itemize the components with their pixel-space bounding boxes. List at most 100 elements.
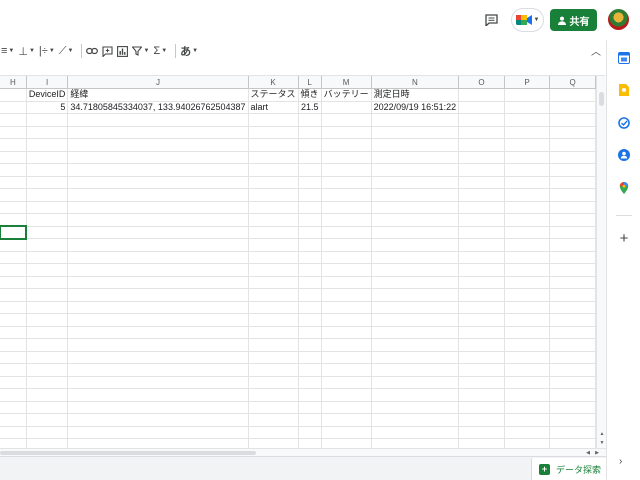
- meet-button[interactable]: ▼: [511, 8, 544, 32]
- grid-cell[interactable]: [504, 438, 551, 448]
- grid-cell[interactable]: [0, 213, 27, 227]
- grid-cell[interactable]: [26, 276, 69, 289]
- grid-cell[interactable]: [298, 438, 322, 448]
- grid-cell[interactable]: [298, 326, 322, 339]
- grid-cell[interactable]: [321, 263, 372, 277]
- grid-cell[interactable]: [321, 201, 372, 214]
- grid-cell[interactable]: [371, 213, 460, 227]
- grid-cell[interactable]: [371, 251, 460, 264]
- grid-cell[interactable]: [371, 176, 460, 189]
- scroll-up-arrow-icon[interactable]: ▲: [598, 430, 606, 438]
- grid-cell[interactable]: [0, 138, 27, 152]
- insert-comment-button[interactable]: [102, 42, 113, 60]
- grid-cell[interactable]: [0, 313, 27, 327]
- sheet-table[interactable]: HIJKLMNOPQ DeviceID 経緯 ステータス 傾き バッテリー 測定日時 5 34…: [0, 76, 596, 448]
- grid-cell[interactable]: [0, 151, 27, 164]
- grid-cell[interactable]: [549, 138, 596, 152]
- grid-cell[interactable]: [26, 438, 69, 448]
- grid-cell[interactable]: [248, 251, 299, 264]
- column-header-p[interactable]: P: [504, 76, 551, 89]
- grid-cell[interactable]: [504, 401, 551, 414]
- grid-cell[interactable]: [371, 338, 460, 352]
- grid-cell[interactable]: [248, 313, 299, 327]
- grid-cell[interactable]: [67, 201, 249, 214]
- grid-cell[interactable]: [67, 138, 249, 152]
- grid-cell[interactable]: [0, 101, 27, 114]
- grid-cell[interactable]: [504, 151, 551, 164]
- contacts-icon[interactable]: [618, 149, 630, 161]
- grid-cell[interactable]: [504, 413, 551, 427]
- grid-cell[interactable]: [26, 376, 69, 389]
- grid-cell[interactable]: DeviceID: [26, 88, 69, 102]
- grid-cell[interactable]: [0, 163, 27, 177]
- column-header-o[interactable]: O: [458, 76, 505, 89]
- grid-cell[interactable]: [298, 201, 322, 214]
- grid-cell[interactable]: [321, 288, 372, 302]
- grid-cell[interactable]: [371, 188, 460, 202]
- scroll-down-arrow-icon[interactable]: ▼: [598, 439, 606, 447]
- grid-cell[interactable]: [26, 138, 69, 152]
- grid-cell[interactable]: [321, 238, 372, 252]
- grid-cell[interactable]: [26, 163, 69, 177]
- grid-cell[interactable]: [458, 413, 505, 427]
- grid-cell[interactable]: [504, 263, 551, 277]
- grid-cell[interactable]: [26, 176, 69, 189]
- grid-cell[interactable]: [371, 226, 460, 239]
- grid-cell[interactable]: [371, 138, 460, 152]
- grid-cell[interactable]: [248, 401, 299, 414]
- grid-cell[interactable]: [458, 376, 505, 389]
- grid-cell[interactable]: [549, 151, 596, 164]
- grid-cell[interactable]: [371, 201, 460, 214]
- grid-cell[interactable]: [321, 338, 372, 352]
- grid-cell[interactable]: [504, 126, 551, 139]
- grid-cell[interactable]: [298, 276, 322, 289]
- grid-cell[interactable]: [371, 363, 460, 377]
- grid-cell[interactable]: [298, 288, 322, 302]
- horizontal-align-button[interactable]: ≡ ▼: [1, 42, 14, 60]
- grid-cell[interactable]: [67, 313, 249, 327]
- grid-cell[interactable]: [549, 438, 596, 448]
- grid-cell[interactable]: [298, 151, 322, 164]
- grid-cell[interactable]: [549, 288, 596, 302]
- grid-cell[interactable]: [67, 363, 249, 377]
- create-filter-button[interactable]: ▼: [132, 42, 149, 60]
- grid-cell[interactable]: [371, 313, 460, 327]
- grid-cell[interactable]: [298, 426, 322, 439]
- grid-cell[interactable]: [458, 151, 505, 164]
- grid-cell[interactable]: [26, 413, 69, 427]
- grid-cell[interactable]: [458, 276, 505, 289]
- grid-cell[interactable]: [248, 413, 299, 427]
- grid-cell[interactable]: [549, 388, 596, 402]
- grid-cell[interactable]: [458, 113, 505, 127]
- grid-cell[interactable]: [371, 126, 460, 139]
- grid-cell[interactable]: [0, 176, 27, 189]
- column-header-i[interactable]: I: [26, 76, 69, 89]
- grid-cell[interactable]: [504, 163, 551, 177]
- grid-cell[interactable]: [321, 163, 372, 177]
- grid-cell[interactable]: [298, 313, 322, 327]
- grid-cell[interactable]: [0, 326, 27, 339]
- grid-cell[interactable]: [248, 201, 299, 214]
- grid-cell[interactable]: [549, 226, 596, 239]
- grid-cell[interactable]: [26, 126, 69, 139]
- grid-cell[interactable]: [0, 88, 27, 102]
- grid-cell[interactable]: [549, 113, 596, 127]
- grid-cell[interactable]: [321, 151, 372, 164]
- grid-cell[interactable]: [371, 113, 460, 127]
- grid-cell[interactable]: [458, 351, 505, 364]
- grid-cell[interactable]: [248, 426, 299, 439]
- grid-cell[interactable]: [0, 276, 27, 289]
- tasks-icon[interactable]: [618, 117, 630, 129]
- grid-cell[interactable]: [549, 301, 596, 314]
- grid-cell[interactable]: [321, 363, 372, 377]
- grid-cell[interactable]: [549, 251, 596, 264]
- grid-cell[interactable]: [26, 401, 69, 414]
- grid-cell[interactable]: [298, 363, 322, 377]
- grid-cell[interactable]: [298, 351, 322, 364]
- grid-cell[interactable]: 経緯: [67, 88, 249, 102]
- grid-cell[interactable]: [26, 251, 69, 264]
- grid-cell[interactable]: [504, 88, 551, 102]
- grid-cell[interactable]: [321, 426, 372, 439]
- grid-cell[interactable]: [371, 301, 460, 314]
- grid-cell[interactable]: ステータス: [248, 88, 299, 102]
